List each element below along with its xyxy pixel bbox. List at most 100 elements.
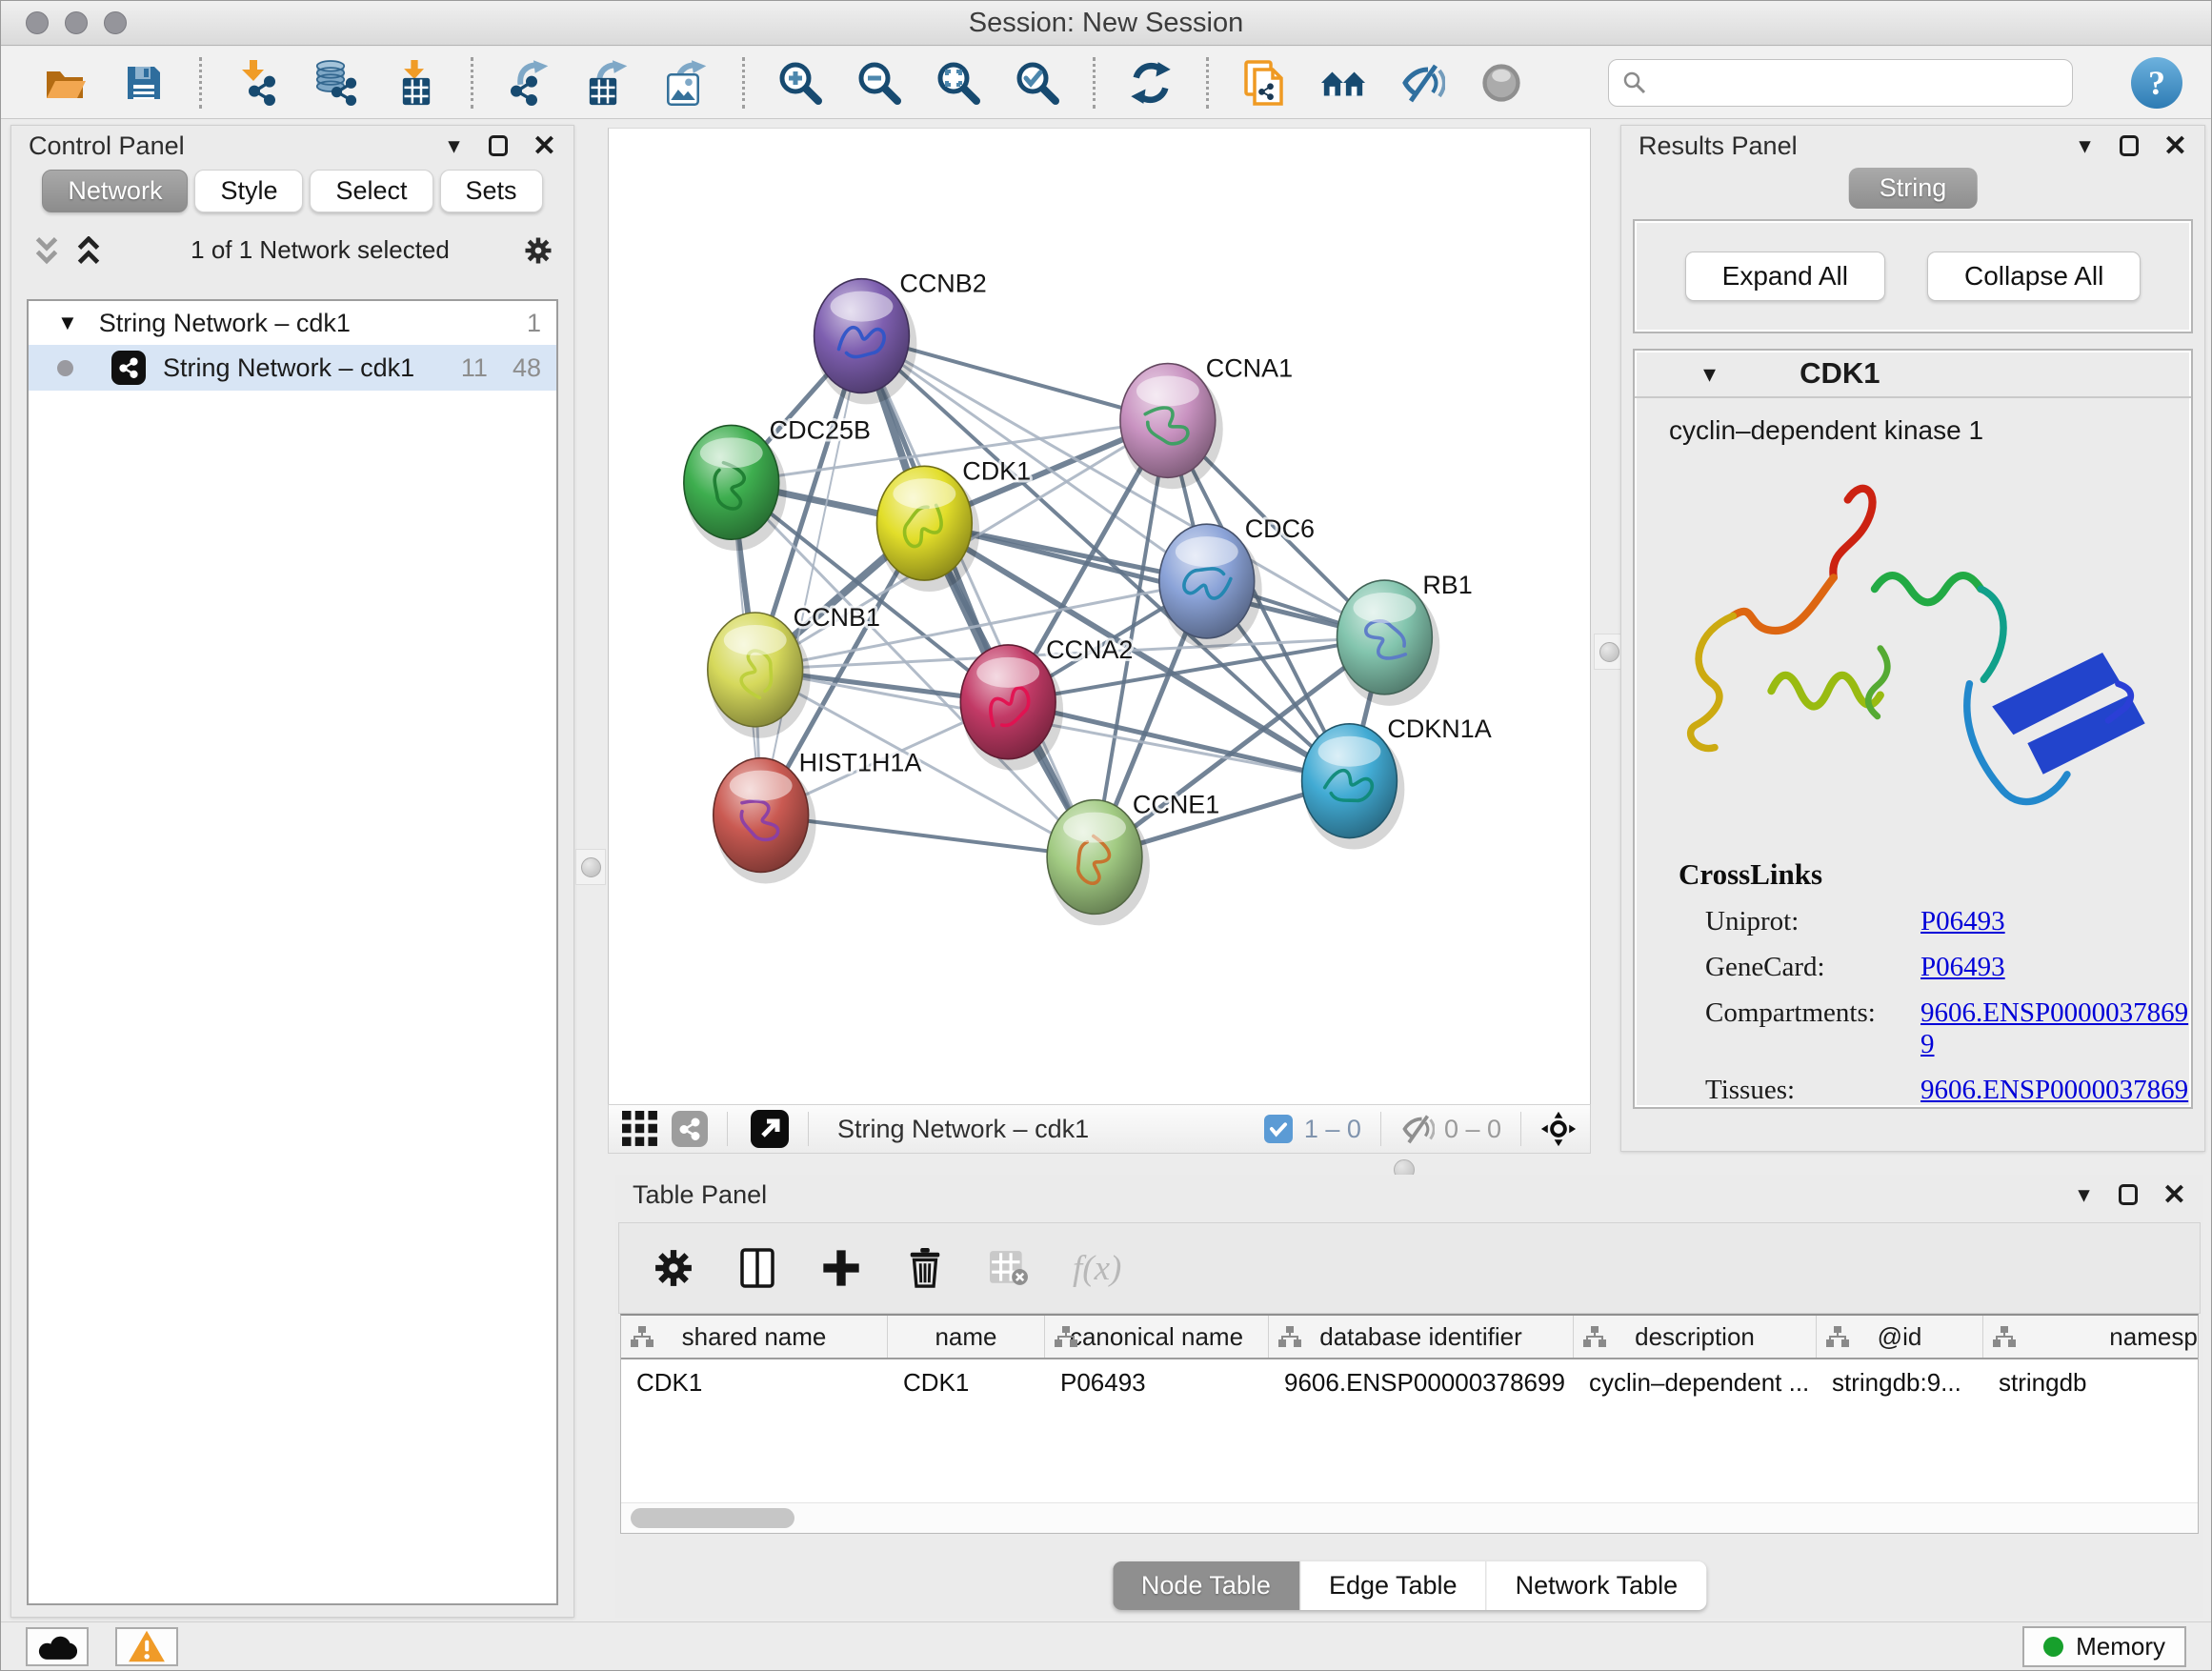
hidden-counts: 0 – 0 [1444,1115,1501,1144]
panel-float-icon[interactable] [2119,1184,2138,1205]
table-row[interactable]: CDK1 CDK1 P06493 9606.ENSP00000378699 cy… [621,1359,2198,1405]
expand-all-icon[interactable] [74,236,103,265]
panel-close-icon[interactable]: ✕ [2163,130,2187,163]
panel-menu-caret-icon[interactable]: ▾ [2079,131,2091,160]
zoom-fit-icon [935,60,981,106]
tab-network[interactable]: Network [42,170,188,212]
string-network-graph[interactable]: CCNB2CCNA1CDC25BCDK1CDC6RB1CCNB1CCNA2CDK… [609,129,1590,1103]
collapse-all-icon[interactable] [32,236,61,265]
column-header[interactable]: database identifier [1269,1316,1574,1358]
horizontal-scrollbar[interactable] [621,1502,2198,1533]
network-canvas[interactable]: CCNB2CCNA1CDC25BCDK1CDC6RB1CCNB1CCNA2CDK… [608,128,1591,1104]
warnings-button[interactable] [115,1627,178,1666]
help-button[interactable]: ? [2131,57,2182,109]
gene-symbol: CDK1 [1800,356,1880,391]
selection-status: 1 of 1 Network selected [116,235,524,265]
cell-shared-name[interactable]: CDK1 [621,1368,888,1398]
genecard-link[interactable]: P06493 [1920,952,2005,983]
tissues-link[interactable]: 9606.ENSP00000378699 [1920,1075,2191,1109]
show-columns-icon[interactable] [737,1248,777,1288]
network-options-gear-icon[interactable] [524,236,553,265]
apply-style-button[interactable] [1127,58,1175,108]
scrollbar-thumb[interactable] [631,1508,794,1528]
memory-button[interactable]: Memory [2022,1626,2186,1667]
export-network-button[interactable] [505,58,553,108]
window-controls [26,11,127,34]
open-session-button[interactable] [41,58,89,108]
hide-glass-button[interactable] [1398,58,1446,108]
column-header[interactable]: name [888,1316,1045,1358]
tab-network-table[interactable]: Network Table [1486,1561,1707,1610]
tab-edge-table[interactable]: Edge Table [1299,1561,1486,1610]
network-edge-CDK1-RB1[interactable] [924,523,1384,637]
panel-close-icon[interactable]: ✕ [2162,1178,2186,1212]
save-session-button[interactable] [120,58,168,108]
string-home-button[interactable] [1319,58,1367,108]
export-image-button[interactable] [663,58,711,108]
cell-id[interactable]: stringdb:9... [1817,1368,1983,1398]
zoom-selected-button[interactable] [1014,58,1061,108]
selected-checkbox-icon[interactable] [1264,1115,1293,1143]
left-splitter-handle[interactable] [575,849,606,885]
toolbar-separator [742,57,745,109]
tab-sets[interactable]: Sets [440,170,543,212]
crosslink-row: Uniprot: P06493 [1679,906,2191,937]
cell-canonical-name[interactable]: P06493 [1045,1368,1269,1398]
cloud-button[interactable] [26,1627,89,1666]
network-edge-CCNB2-CCNE1[interactable] [861,336,1095,857]
network-collection-row[interactable]: ▼ String Network – cdk1 1 [29,301,556,345]
gene-section-header[interactable]: ▾ CDK1 [1635,351,2191,398]
panel-float-icon[interactable] [489,135,508,156]
close-window-button[interactable] [26,11,49,34]
panel-menu-caret-icon[interactable]: ▾ [2078,1180,2090,1209]
zoom-fit-button[interactable] [935,58,982,108]
collapse-all-button[interactable]: Collapse All [1927,252,2141,301]
gene-description: cyclin–dependent kinase 1 [1669,415,2191,446]
network-row-selected[interactable]: String Network – cdk1 11 48 [29,345,556,391]
tab-select[interactable]: Select [310,170,432,212]
zoom-window-button[interactable] [104,11,127,34]
grid-view-icon[interactable] [622,1111,658,1147]
cell-description[interactable]: cyclin–dependent ... [1574,1368,1817,1398]
import-network-button[interactable] [233,58,281,108]
delete-column-trash-icon[interactable] [905,1248,945,1288]
cell-name[interactable]: CDK1 [888,1368,1045,1398]
panel-float-icon[interactable] [2120,135,2139,156]
column-header[interactable]: shared name [621,1316,888,1358]
cell-database-identifier[interactable]: 9606.ENSP00000378699 [1269,1368,1574,1398]
birdseye-goto-icon[interactable] [751,1110,789,1148]
tab-string[interactable]: String [1849,168,1978,209]
export-table-button[interactable] [584,58,632,108]
table-panel: Table Panel ▾ ✕ f(x) shared name [615,1175,2203,1618]
zoom-in-button[interactable] [776,58,824,108]
table-header-row: shared name name canonical name database… [621,1316,2198,1359]
gene-expander-icon[interactable]: ▾ [1703,359,1716,389]
cell-namespace[interactable]: stringdb [1983,1368,2199,1398]
column-header[interactable]: namespace [1983,1316,2199,1358]
import-table-button[interactable] [392,58,439,108]
crosshair-icon[interactable] [1540,1111,1577,1147]
expand-all-button[interactable]: Expand All [1685,252,1885,301]
column-header[interactable]: description [1574,1316,1817,1358]
compartments-link[interactable]: 9606.ENSP00000378699 [1920,997,2191,1060]
node-label-CDC25B: CDC25B [770,415,871,444]
tree-expander-icon[interactable]: ▼ [57,311,78,335]
node-label-CDK1: CDK1 [962,456,1031,485]
panel-menu-caret-icon[interactable]: ▾ [448,131,460,160]
column-header[interactable]: canonical name [1045,1316,1269,1358]
network-share-badge-icon[interactable] [672,1111,708,1147]
string-document-button[interactable] [1240,58,1288,108]
zoom-out-button[interactable] [855,58,903,108]
show-glass-button[interactable] [1478,58,1525,108]
panel-close-icon[interactable]: ✕ [533,130,556,163]
node-label-CDC6: CDC6 [1245,514,1315,543]
table-options-gear-icon[interactable] [654,1248,694,1288]
tab-node-table[interactable]: Node Table [1113,1561,1299,1610]
tab-style[interactable]: Style [194,170,303,212]
minimize-window-button[interactable] [65,11,88,34]
search-input[interactable] [1657,67,2059,98]
add-column-icon[interactable] [821,1248,861,1288]
column-header[interactable]: @id [1817,1316,1983,1358]
import-database-button[interactable] [312,58,360,108]
uniprot-link[interactable]: P06493 [1920,906,2005,937]
